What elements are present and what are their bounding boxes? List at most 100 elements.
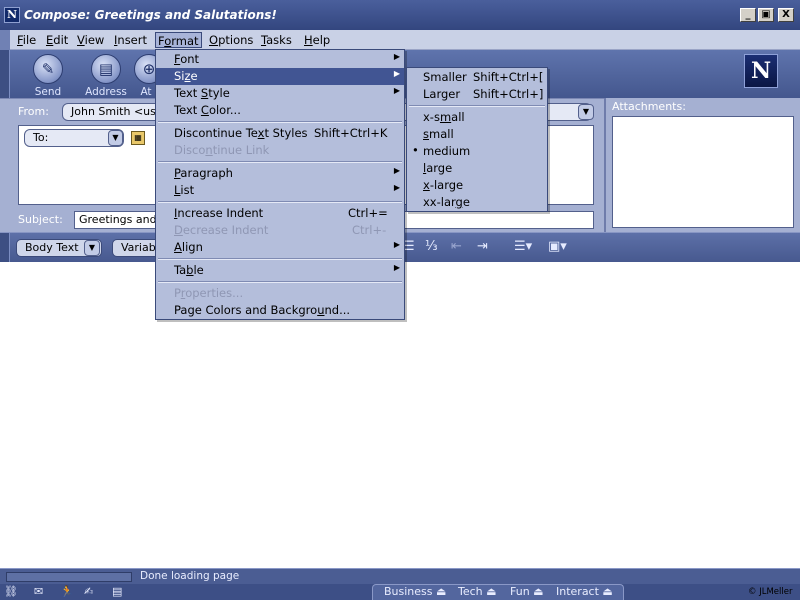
address-card-icon[interactable]: ▦	[131, 131, 145, 145]
submenu-arrow-icon: ▶	[393, 166, 400, 175]
menu-item-increase-indent[interactable]: Increase Indent Ctrl+=	[156, 205, 404, 222]
menu-item-text-style[interactable]: Text Style ▶	[156, 85, 404, 102]
menu-item-list[interactable]: List ▶	[156, 182, 404, 199]
submenu-arrow-icon: ▶	[393, 69, 400, 78]
progress-bar	[6, 572, 132, 582]
component-bar: ⛓ ✉ 🏃 ✍ ▤ Business ⏏ Tech ⏏ Fun ⏏ Intera…	[0, 584, 800, 600]
submenu-arrow-icon: ▶	[393, 52, 400, 61]
menu-item-paragraph[interactable]: Paragraph ▶	[156, 165, 404, 182]
eject-icon: ⏏	[486, 585, 497, 598]
format-toolbar-grip[interactable]	[0, 233, 10, 263]
menu-bar: File Edit View Insert Format Options Tas…	[0, 30, 800, 50]
to-dropdown-icon[interactable]: ▼	[108, 130, 123, 146]
menu-separator	[158, 258, 402, 260]
menu-item-xx-large[interactable]: xx-large	[407, 194, 547, 211]
attach-label: At	[140, 86, 152, 98]
menu-edit[interactable]: Edit	[44, 32, 70, 48]
composer-icon[interactable]: ✍	[84, 585, 93, 599]
menubar-grip[interactable]	[0, 30, 10, 50]
menu-item-font[interactable]: Font ▶	[156, 51, 404, 68]
menu-item-table[interactable]: Table ▶	[156, 262, 404, 279]
menu-item-size[interactable]: Size ▶	[156, 68, 404, 85]
checked-bullet-icon: •	[412, 143, 419, 157]
tab-business[interactable]: Business ⏏	[384, 585, 446, 598]
menu-item-align[interactable]: Align ▶	[156, 239, 404, 256]
smaller-shortcut: Shift+Ctrl+[	[473, 70, 544, 84]
attachments-panel: Attachments:	[604, 98, 800, 232]
menu-item-larger[interactable]: Larger Shift+Ctrl+]	[407, 86, 547, 103]
menu-separator	[158, 201, 402, 203]
tab-tech[interactable]: Tech ⏏	[458, 585, 497, 598]
discontinue-shortcut: Shift+Ctrl+K	[314, 126, 388, 140]
menu-item-decrease-indent: Decrease Indent Ctrl+-	[174, 223, 387, 237]
format-menu: Font ▶ Size ▶ Text Style ▶ Text Color... Di…	[155, 49, 405, 320]
subject-label: Subject:	[18, 213, 63, 226]
mail-icon[interactable]: ✉	[34, 585, 43, 599]
outdent-icon[interactable]: ⇤	[451, 239, 462, 257]
tab-interact[interactable]: Interact ⏏	[556, 585, 613, 598]
instant-messenger-icon[interactable]: 🏃	[60, 585, 74, 599]
menu-item-text-color[interactable]: Text Color...	[156, 102, 404, 119]
send-label: Send	[34, 86, 62, 98]
toolbar-grip[interactable]	[0, 50, 10, 98]
to-label: To:	[33, 131, 49, 144]
window-title: Compose: Greetings and Salutations!	[24, 8, 277, 22]
menu-item-x-large[interactable]: x-large	[407, 177, 547, 194]
variable-width-label: Variab	[121, 241, 156, 254]
menu-insert[interactable]: Insert	[112, 32, 149, 48]
attachments-label: Attachments:	[612, 100, 686, 113]
app-icon[interactable]: N	[4, 7, 20, 23]
menu-item-page-colors[interactable]: Page Colors and Background...	[156, 302, 404, 319]
menu-item-discontinue-link: Discontinue Link	[174, 143, 270, 157]
paragraph-style-dropdown-icon[interactable]: ▼	[84, 240, 100, 256]
menu-options[interactable]: Options	[207, 32, 255, 48]
menu-item-discontinue-text-styles[interactable]: Discontinue Text Styles Shift+Ctrl+K	[156, 125, 404, 142]
attachments-list[interactable]	[612, 116, 794, 228]
menu-file[interactable]: File	[15, 32, 38, 48]
send-button[interactable]: ✎ Send	[18, 54, 78, 98]
netscape-logo[interactable]: N	[744, 54, 778, 88]
decrease-indent-shortcut: Ctrl+-	[352, 223, 387, 237]
eject-icon: ⏏	[602, 585, 613, 598]
tab-fun[interactable]: Fun ⏏	[510, 585, 544, 598]
menu-item-large[interactable]: large	[407, 160, 547, 177]
menu-item-smaller[interactable]: Smaller Shift+Ctrl+[	[407, 69, 547, 86]
status-bar: Done loading page	[0, 568, 800, 584]
maximize-button[interactable]: ▣	[758, 8, 774, 22]
menu-item-small[interactable]: small	[407, 126, 547, 143]
menu-help[interactable]: Help	[302, 32, 332, 48]
numbered-list-icon[interactable]: ⅓	[425, 239, 438, 257]
from-dropdown-icon[interactable]: ▼	[578, 104, 594, 120]
insert-object-icon[interactable]: ▣▾	[548, 239, 567, 257]
navigator-icon[interactable]: ⛓	[4, 585, 18, 599]
tab-fun-label: Fun	[510, 585, 530, 598]
submenu-arrow-icon: ▶	[393, 263, 400, 272]
smaller-label: Smaller	[423, 70, 467, 84]
tab-tech-label: Tech	[458, 585, 483, 598]
menu-view[interactable]: View	[75, 32, 106, 48]
menu-separator	[409, 105, 545, 107]
submenu-arrow-icon: ▶	[393, 240, 400, 249]
increase-indent-shortcut: Ctrl+=	[348, 206, 388, 220]
copyright-text: © JLMeller	[748, 587, 793, 597]
send-icon: ✎	[33, 54, 63, 84]
align-icon[interactable]: ☰▾	[514, 239, 532, 257]
eject-icon: ⏏	[533, 585, 544, 598]
close-button[interactable]: X	[778, 8, 794, 22]
from-value: John Smith <user	[71, 105, 168, 118]
tab-business-label: Business	[384, 585, 433, 598]
menu-item-x-small[interactable]: x-small	[407, 109, 547, 126]
size-submenu: Smaller Shift+Ctrl+[ Larger Shift+Ctrl+] x…	[406, 67, 548, 212]
address-book-icon[interactable]: ▤	[112, 585, 122, 599]
larger-shortcut: Shift+Ctrl+]	[473, 87, 544, 101]
indent-icon[interactable]: ⇥	[477, 239, 488, 257]
tab-interact-label: Interact	[556, 585, 599, 598]
menu-item-medium[interactable]: • medium	[407, 143, 547, 160]
menu-tasks[interactable]: Tasks	[259, 32, 294, 48]
submenu-arrow-icon: ▶	[393, 183, 400, 192]
minimize-button[interactable]: _	[740, 8, 756, 22]
menu-separator	[158, 121, 402, 123]
menu-format[interactable]: Format	[155, 32, 202, 48]
address-button[interactable]: ▤ Address	[76, 54, 136, 98]
submenu-arrow-icon: ▶	[393, 86, 400, 95]
